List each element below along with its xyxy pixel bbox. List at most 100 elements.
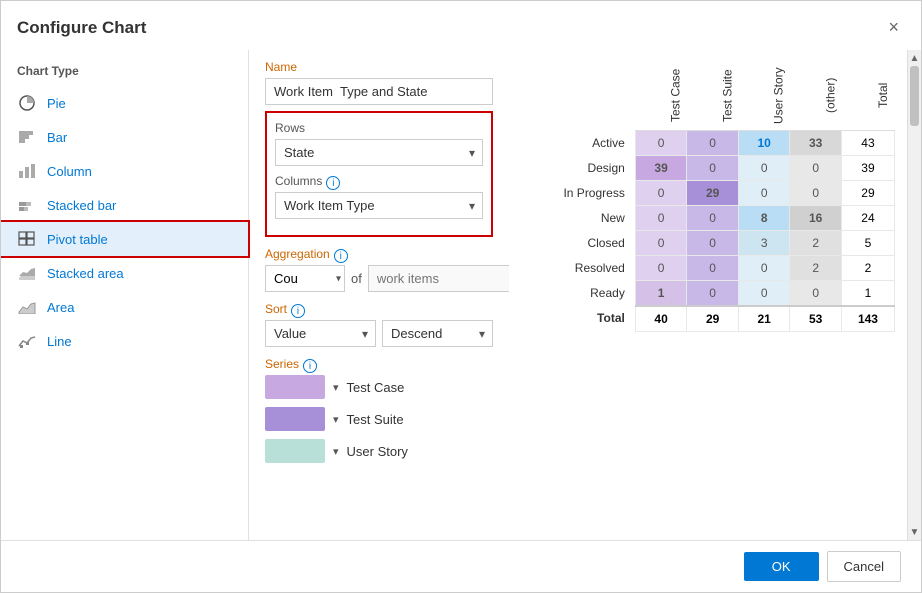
pivot-cell-4-total: 5 <box>841 230 894 255</box>
scrollbar-down-button[interactable]: ▼ <box>908 524 921 540</box>
pivot-total-grand: 143 <box>841 306 894 332</box>
pivot-cell-4-1: 0 <box>687 230 739 255</box>
table-row: New 0 0 8 16 24 <box>521 205 895 230</box>
aggregation-row: Cou Sum Avg ▾ of <box>265 265 493 292</box>
series-chevron-2[interactable]: ▾ <box>333 445 339 458</box>
table-row: Closed 0 0 3 2 5 <box>521 230 895 255</box>
pivot-col-header-4: Total <box>841 60 894 130</box>
chart-type-column[interactable]: Column <box>1 154 248 188</box>
pivot-cell-1-2: 0 <box>738 155 790 180</box>
table-row: Resolved 0 0 0 2 2 <box>521 255 895 280</box>
series-name-1: Test Suite <box>347 412 404 427</box>
sort-field-select[interactable]: Value Label <box>265 320 376 347</box>
close-button[interactable]: × <box>882 15 905 40</box>
pivot-cell-6-1: 0 <box>687 280 739 306</box>
pivot-cell-1-total: 39 <box>841 155 894 180</box>
aggregation-label: Aggregation <box>265 247 330 261</box>
pivot-cell-6-2: 0 <box>738 280 790 306</box>
dialog-titlebar: Configure Chart × <box>1 1 921 50</box>
series-chevron-0[interactable]: ▾ <box>333 381 339 394</box>
table-row: Ready 1 0 0 0 1 <box>521 280 895 306</box>
series-name-0: Test Case <box>347 380 405 395</box>
pivot-cell-2-1: 29 <box>687 180 739 205</box>
config-panel: Name Rows State Work Item Type Columns i… <box>249 50 509 540</box>
pivot-icon <box>17 229 37 249</box>
chart-name-input[interactable] <box>265 78 493 105</box>
pivot-panel: Test Case Test Suite User Story (other) … <box>509 50 907 540</box>
table-row: Design 39 0 0 0 39 <box>521 155 895 180</box>
pivot-cell-6-0: 1 <box>635 280 687 306</box>
pivot-cell-4-3: 2 <box>790 230 842 255</box>
pivot-cell-2-3: 0 <box>790 180 842 205</box>
pie-icon <box>17 93 37 113</box>
columns-select[interactable]: Work Item Type State <box>275 192 483 219</box>
pivot-total-2: 21 <box>738 306 790 332</box>
series-item-0: ▾ Test Case <box>265 375 493 399</box>
pivot-row-label-0: Active <box>521 130 635 155</box>
pivot-cell-5-total: 2 <box>841 255 894 280</box>
name-label: Name <box>265 60 493 74</box>
pivot-cell-4-0: 0 <box>635 230 687 255</box>
rows-columns-box: Rows State Work Item Type Columns i Work… <box>265 111 493 237</box>
chart-type-bar-label: Bar <box>47 130 67 145</box>
pivot-total-0: 40 <box>635 306 687 332</box>
sort-direction-wrapper: Descend Ascend <box>382 320 493 347</box>
chart-type-line[interactable]: Line <box>1 324 248 358</box>
dialog-title: Configure Chart <box>17 18 146 38</box>
ok-button[interactable]: OK <box>744 552 819 581</box>
pivot-col-header-3: (other) <box>790 60 842 130</box>
area-icon <box>17 297 37 317</box>
sort-direction-select[interactable]: Descend Ascend <box>382 320 493 347</box>
chart-type-area[interactable]: Area <box>1 290 248 324</box>
pivot-cell-1-3: 0 <box>790 155 842 180</box>
scrollbar-thumb[interactable] <box>908 66 921 524</box>
chart-type-stacked-area[interactable]: Stacked area <box>1 256 248 290</box>
sort-info-icon[interactable]: i <box>291 304 305 318</box>
pivot-cell-5-1: 0 <box>687 255 739 280</box>
cancel-button[interactable]: Cancel <box>827 551 901 582</box>
pivot-col-header-0: Test Case <box>635 60 687 130</box>
chart-type-bar[interactable]: Bar <box>1 120 248 154</box>
chart-type-pivot-table[interactable]: Pivot table <box>1 222 248 256</box>
chart-type-pie[interactable]: Pie <box>1 86 248 120</box>
pivot-cell-6-total: 1 <box>841 280 894 306</box>
pivot-table: Test Case Test Suite User Story (other) … <box>521 60 895 332</box>
pivot-cell-1-1: 0 <box>687 155 739 180</box>
aggregation-items-input[interactable] <box>368 265 509 292</box>
chart-type-stacked-area-label: Stacked area <box>47 266 124 281</box>
pivot-row-label-5: Resolved <box>521 255 635 280</box>
chart-type-pivot-label: Pivot table <box>47 232 108 247</box>
pivot-total-3: 53 <box>790 306 842 332</box>
aggregation-info-icon[interactable]: i <box>334 249 348 263</box>
scrollbar-up-button[interactable]: ▲ <box>908 50 921 66</box>
chart-type-stacked-bar[interactable]: Stacked bar <box>1 188 248 222</box>
table-row: In Progress 0 29 0 0 29 <box>521 180 895 205</box>
sort-row: Value Label Descend Ascend <box>265 320 493 347</box>
scrollbar[interactable]: ▲ ▼ <box>907 50 921 540</box>
sort-label: Sort <box>265 302 287 316</box>
pivot-cell-0-1: 0 <box>687 130 739 155</box>
chart-type-pie-label: Pie <box>47 96 66 111</box>
pivot-row-label-1: Design <box>521 155 635 180</box>
pivot-cell-2-0: 0 <box>635 180 687 205</box>
stacked-area-icon <box>17 263 37 283</box>
series-label: Series <box>265 357 299 371</box>
table-row: Active 0 0 10 33 43 <box>521 130 895 155</box>
rows-select-wrapper: State Work Item Type <box>275 139 483 166</box>
pivot-total-1: 29 <box>687 306 739 332</box>
pivot-cell-1-0: 39 <box>635 155 687 180</box>
pivot-cell-0-2: 10 <box>738 130 790 155</box>
pivot-cell-5-0: 0 <box>635 255 687 280</box>
pivot-total-label: Total <box>521 306 635 332</box>
series-chevron-1[interactable]: ▾ <box>333 413 339 426</box>
aggregation-select[interactable]: Cou Sum Avg <box>265 265 345 292</box>
pivot-col-header-2: User Story <box>738 60 790 130</box>
pivot-row-label-3: New <box>521 205 635 230</box>
series-info-icon[interactable]: i <box>303 359 317 373</box>
columns-info-icon[interactable]: i <box>326 176 340 190</box>
series-item-1: ▾ Test Suite <box>265 407 493 431</box>
column-icon <box>17 161 37 181</box>
stacked-bar-icon <box>17 195 37 215</box>
table-row-total: Total 40 29 21 53 143 <box>521 306 895 332</box>
rows-select[interactable]: State Work Item Type <box>275 139 483 166</box>
